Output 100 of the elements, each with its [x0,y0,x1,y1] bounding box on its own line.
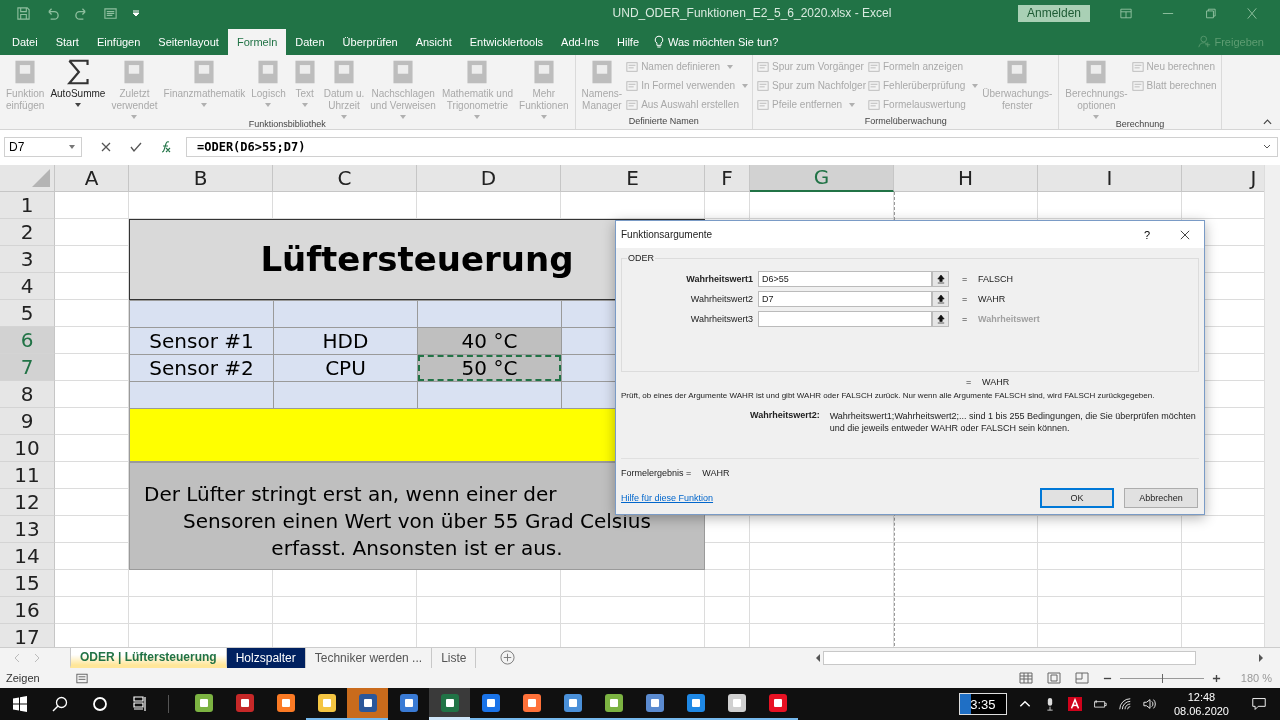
battery-icon[interactable] [1092,697,1107,711]
check-icon[interactable] [130,140,142,153]
person-icon [1198,35,1212,49]
vertical-scrollbar[interactable] [1264,164,1280,648]
task-view-icon[interactable] [132,696,148,712]
circle-icon[interactable] [92,696,108,712]
ribbon-tab[interactable]: Datei [3,28,47,55]
row-header[interactable]: 3 [0,245,55,273]
clock-date[interactable]: 08.06.2020 [1173,704,1229,718]
column-header[interactable]: H [894,164,1038,192]
cancel-icon[interactable] [100,140,112,153]
ribbon-tab[interactable]: Entwicklertools [460,28,553,55]
column-header[interactable]: F [705,164,750,192]
sheet-tab[interactable]: ODER | Lüftersteuerung [70,648,227,669]
expand-icon[interactable] [1263,144,1271,150]
scroll-right-icon[interactable] [1258,654,1264,663]
collapse-ribbon-icon[interactable] [1263,118,1272,125]
input-field[interactable]: D7 [758,291,932,307]
column-header[interactable]: G [750,164,894,192]
help-button[interactable]: ? [1137,227,1156,242]
row-header[interactable]: 6 [0,326,55,354]
command-icon [757,98,770,111]
range-select-button[interactable] [932,291,949,307]
ribbon-tab[interactable]: Seitenlayout [149,28,228,55]
cancel-button[interactable]: Abbrechen [1124,488,1198,508]
row-header[interactable]: 12 [0,488,55,516]
column-header[interactable]: C [273,164,417,192]
group-label: Definierte Namen [627,115,700,128]
zoom-in-icon[interactable] [1211,673,1221,683]
row-header[interactable]: 2 [0,218,55,246]
caret-icon [131,114,138,119]
ribbon-tab[interactable]: Start [46,28,88,55]
windows-start-icon[interactable] [12,696,28,712]
row-header[interactable]: 8 [0,380,55,408]
ribbon-tab[interactable]: Einfügen [87,28,150,55]
form-icon[interactable] [103,5,118,21]
row-header[interactable]: 13 [0,515,55,543]
input-field[interactable] [758,311,932,327]
close-icon[interactable] [1180,229,1190,240]
clock-time[interactable]: 12:48 [1187,690,1216,704]
name-box[interactable]: D7 [4,136,82,157]
row-header[interactable]: 11 [0,461,55,489]
caret-icon [1093,114,1100,119]
column-header[interactable]: E [561,164,705,192]
tell-me-field[interactable]: Was möchten Sie tun? [654,28,779,55]
ok-button[interactable]: OK [1040,488,1114,508]
taskbar-app[interactable] [347,688,388,720]
restore-icon[interactable] [1204,7,1216,19]
help-link[interactable]: Hilfe für diese Funktion [621,493,714,503]
caret-icon [341,114,347,119]
customize-icon[interactable] [132,9,140,18]
insert-function-icon[interactable] [160,140,172,153]
ribbon-tab[interactable]: Überprüfen [333,28,407,55]
column-header[interactable]: B [129,164,273,192]
input-field[interactable]: D6>55 [758,271,932,287]
table-cell: HDD [273,326,418,355]
row-header[interactable]: 14 [0,542,55,570]
row-header[interactable]: 7 [0,353,55,381]
ribbon-tab[interactable]: Hilfe [608,28,649,55]
formula-field[interactable]: =ODER(D6>55;D7) [186,136,1278,157]
range-select-button[interactable] [932,271,949,287]
page-layout-icon[interactable] [1046,672,1061,685]
macro-record-icon[interactable] [75,672,88,684]
column-header[interactable]: A [55,164,129,192]
column-header[interactable]: J [1182,164,1264,192]
notification-icon[interactable] [1252,697,1266,711]
row-header[interactable]: 17 [0,623,55,648]
normal-view-icon[interactable] [1018,672,1033,685]
column-header[interactable]: I [1038,164,1182,192]
caret-icon[interactable] [69,144,75,149]
row-header[interactable]: 5 [0,299,55,327]
row-header[interactable]: 1 [0,191,55,219]
save-icon[interactable] [16,5,31,21]
argument-help-label: Wahrheitswert2: [750,410,820,422]
row-header[interactable]: 15 [0,569,55,597]
ribbon-button[interactable]: AutoSumme [48,57,108,119]
arrow-up-icon [936,294,945,304]
page-break-icon[interactable] [1074,672,1089,685]
sign-in-button[interactable]: Anmelden [1017,4,1090,22]
row-header[interactable]: 9 [0,407,55,435]
wifi-icon[interactable] [1117,697,1132,711]
lightbulb-icon [654,34,665,49]
range-select-button[interactable] [932,311,949,327]
ribbon-tab[interactable]: Add-Ins [552,28,608,55]
command-icon [1131,79,1144,92]
sheet-tab[interactable]: Holzspalter [226,648,306,669]
row-header[interactable]: 4 [0,272,55,300]
horizontal-scrollbar[interactable] [815,651,1264,666]
volume-icon[interactable] [1142,697,1157,711]
column-header[interactable]: D [417,164,561,192]
table-cell: 40 °C [417,326,562,355]
command-icon [868,60,880,73]
row-header[interactable]: 16 [0,596,55,624]
ribbon-tab[interactable]: Daten [286,28,334,55]
ribbon-tab[interactable]: Ansicht [406,28,461,55]
add-sheet-icon[interactable] [500,650,516,666]
ribbon-tab[interactable]: Formeln [227,28,287,55]
row-header[interactable]: 10 [0,434,55,462]
search-icon[interactable] [52,696,68,712]
timer-widget[interactable]: 3:35 [958,693,1007,715]
